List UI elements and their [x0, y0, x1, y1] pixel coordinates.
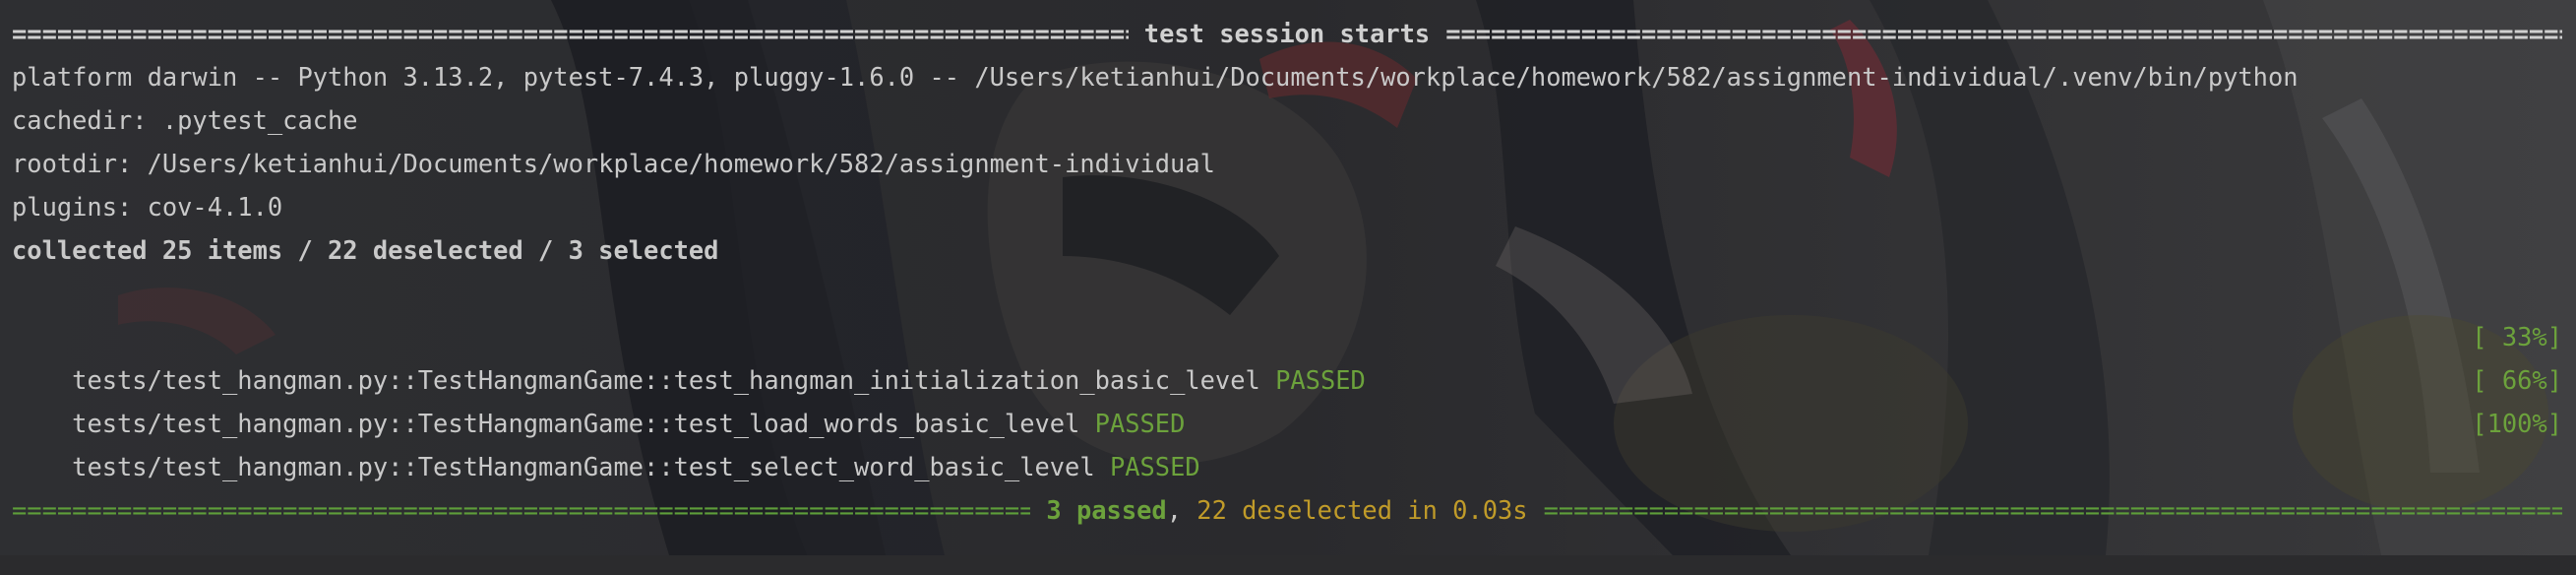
- session-header-text: test session starts: [1143, 19, 1431, 48]
- summary-line: 3 passed, 22 deselected in 0.03s: [12, 488, 2562, 532]
- summary-text: 3 passed, 22 deselected in 0.03s: [1030, 488, 1543, 532]
- summary-separator-left: [12, 488, 1030, 532]
- test-progress: [ 66%]: [2472, 365, 2562, 395]
- collected-line: collected 25 items / 22 deselected / 3 s…: [12, 235, 719, 265]
- passed-count: 3 passed: [1046, 495, 1167, 525]
- duration-text: in 0.03s: [1392, 495, 1528, 525]
- separator-left: [12, 12, 1129, 55]
- rootdir-line: rootdir: /Users/ketianhui/Documents/work…: [12, 149, 1215, 178]
- platform-line: platform darwin -- Python 3.13.2, pytest…: [12, 62, 2299, 92]
- summary-comma: ,: [1166, 495, 1197, 525]
- separator-right: [1445, 12, 2562, 55]
- test-result-row: tests/test_hangman.py::TestHangmanGame::…: [12, 358, 2562, 438]
- cachedir-line: cachedir: .pytest_cache: [12, 105, 358, 135]
- plugins-line: plugins: cov-4.1.0: [12, 192, 283, 222]
- test-status: PASSED: [1109, 452, 1200, 481]
- test-progress: [100%]: [2472, 409, 2562, 438]
- session-header-line: test session starts: [12, 12, 2562, 55]
- terminal-output[interactable]: test session starts platform darwin -- P…: [12, 12, 2562, 532]
- test-progress: [ 33%]: [2472, 322, 2562, 351]
- test-result-row: tests/test_hangman.py::TestHangmanGame::…: [12, 402, 2562, 481]
- summary-separator-right: [1544, 488, 2562, 532]
- test-result-row: tests/test_hangman.py::TestHangmanGame::…: [12, 315, 2562, 395]
- deselected-count: 22 deselected: [1196, 495, 1393, 525]
- test-path: tests/test_hangman.py::TestHangmanGame::…: [72, 452, 1095, 481]
